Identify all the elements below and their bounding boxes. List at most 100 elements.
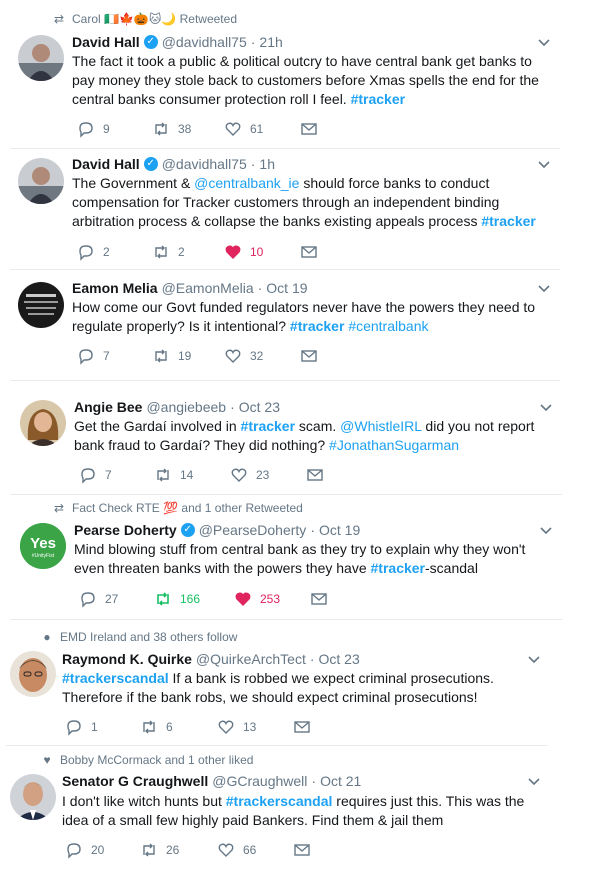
direct-message-button[interactable]	[293, 841, 311, 859]
like-button[interactable]: 10	[224, 243, 300, 261]
like-count: 61	[250, 122, 264, 136]
reply-button[interactable]: 7	[79, 466, 154, 484]
direct-message-button[interactable]	[300, 347, 318, 365]
avatar[interactable]	[10, 651, 56, 697]
mention-link[interactable]: @WhistleIRL	[340, 418, 421, 434]
retweet-button[interactable]: 38	[152, 120, 224, 138]
tweet-text: The fact it took a public & political ou…	[72, 52, 552, 109]
tweet-text: I don't like witch hunts but #trackersca…	[62, 792, 552, 830]
username[interactable]: @davidhall75	[162, 34, 247, 50]
avatar[interactable]	[20, 400, 66, 446]
timestamp[interactable]: Oct 19	[266, 280, 307, 296]
tweet-header: Senator G Craughwell @GCraughwell · Oct …	[62, 773, 361, 789]
avatar[interactable]: Yes #UnityFist	[20, 523, 66, 569]
reply-button[interactable]: 7	[77, 347, 152, 365]
display-name[interactable]: David Hall	[72, 34, 140, 50]
direct-message-button[interactable]	[306, 466, 324, 484]
separator: ·	[250, 34, 256, 50]
retweet-count: 26	[166, 843, 180, 857]
hashtag-link[interactable]: #trackerscandal	[226, 793, 333, 809]
divider	[10, 619, 562, 620]
verified-icon: ✓	[143, 35, 158, 49]
display-name[interactable]: Eamon Melia	[72, 280, 158, 296]
display-name[interactable]: Raymond K. Quirke	[62, 651, 192, 667]
hashtag-link[interactable]: #tracker	[351, 91, 406, 107]
reply-button[interactable]: 20	[65, 841, 140, 859]
like-button[interactable]: 253	[234, 590, 310, 608]
like-button[interactable]: 32	[224, 347, 300, 365]
heart-icon	[217, 718, 235, 736]
timestamp[interactable]: Oct 23	[319, 651, 360, 667]
like-button[interactable]: 13	[217, 718, 293, 736]
direct-message-button[interactable]	[310, 590, 328, 608]
avatar[interactable]	[18, 158, 64, 204]
like-count: 66	[243, 843, 257, 857]
chevron-down-icon[interactable]	[537, 284, 551, 294]
divider	[10, 380, 560, 381]
username[interactable]: @PearseDoherty	[199, 522, 307, 538]
heart-small-icon: ♥	[43, 753, 51, 767]
timestamp[interactable]: Oct 19	[319, 522, 360, 538]
retweet-icon: ⇄	[53, 501, 65, 515]
direct-message-button[interactable]	[300, 243, 318, 261]
hashtag-link[interactable]: #tracker	[481, 213, 536, 229]
retweet-button[interactable]: 19	[152, 347, 224, 365]
like-button[interactable]: 66	[217, 841, 293, 859]
retweet-button[interactable]: 14	[154, 466, 230, 484]
divider	[10, 494, 562, 495]
retweet-button[interactable]: 6	[140, 718, 217, 736]
hashtag-link[interactable]: #tracker	[371, 560, 426, 576]
display-name[interactable]: Angie Bee	[74, 399, 142, 415]
timestamp[interactable]: Oct 21	[320, 773, 361, 789]
mention-link[interactable]: @centralbank_ie	[194, 175, 299, 191]
social-context: ♥ Bobby McCormack and 1 other liked	[40, 753, 253, 767]
timestamp[interactable]: Oct 23	[239, 399, 280, 415]
retweet-button[interactable]: 2	[152, 243, 224, 261]
display-name[interactable]: Pearse Doherty	[74, 522, 177, 538]
retweet-icon	[140, 841, 158, 859]
reply-count: 9	[103, 122, 110, 136]
hashtag-link[interactable]: #trackerscandal	[62, 670, 169, 686]
direct-message-button[interactable]	[300, 120, 318, 138]
reply-button[interactable]: 27	[79, 590, 154, 608]
display-name[interactable]: David Hall	[72, 156, 140, 172]
mention-link[interactable]: #JonathanSugarman	[329, 437, 459, 453]
timestamp[interactable]: 1h	[259, 156, 275, 172]
chevron-down-icon[interactable]	[539, 403, 553, 413]
like-button[interactable]: 61	[224, 120, 300, 138]
reply-button[interactable]: 1	[65, 718, 140, 736]
mention-link[interactable]: #centralbank	[348, 318, 428, 334]
social-context-text: EMD Ireland and 38 others follow	[60, 630, 238, 644]
username[interactable]: @davidhall75	[162, 156, 247, 172]
reply-button[interactable]: 9	[77, 120, 152, 138]
chevron-down-icon[interactable]	[527, 777, 541, 787]
avatar[interactable]	[10, 774, 56, 820]
like-count: 10	[250, 245, 264, 259]
reply-button[interactable]: 2	[77, 243, 152, 261]
retweet-button[interactable]: 26	[140, 841, 217, 859]
tweet-actions: 1 6 13	[65, 718, 311, 736]
tweet-actions: 20 26 66	[65, 841, 311, 859]
like-button[interactable]: 23	[230, 466, 306, 484]
chevron-down-icon[interactable]	[527, 655, 541, 665]
username[interactable]: @GCraughwell	[212, 773, 307, 789]
avatar[interactable]	[18, 35, 64, 81]
hashtag-link[interactable]: #tracker	[290, 318, 345, 334]
avatar[interactable]	[18, 282, 64, 328]
divider	[10, 148, 560, 149]
reply-icon	[77, 120, 95, 138]
display-name[interactable]: Senator G Craughwell	[62, 773, 208, 789]
username[interactable]: @angiebeeb	[146, 399, 226, 415]
hashtag-link[interactable]: #tracker	[241, 418, 296, 434]
username[interactable]: @EamonMelia	[162, 280, 254, 296]
chevron-down-icon[interactable]	[539, 526, 553, 536]
direct-message-button[interactable]	[293, 718, 311, 736]
timestamp[interactable]: 21h	[259, 34, 282, 50]
reply-count: 27	[105, 592, 119, 606]
tweet-actions: 9 38 61	[77, 120, 318, 138]
username[interactable]: @QuirkeArchTect	[196, 651, 306, 667]
chevron-down-icon[interactable]	[537, 160, 551, 170]
reply-count: 20	[91, 843, 105, 857]
chevron-down-icon[interactable]	[537, 38, 551, 48]
retweet-button[interactable]: 166	[154, 590, 234, 608]
